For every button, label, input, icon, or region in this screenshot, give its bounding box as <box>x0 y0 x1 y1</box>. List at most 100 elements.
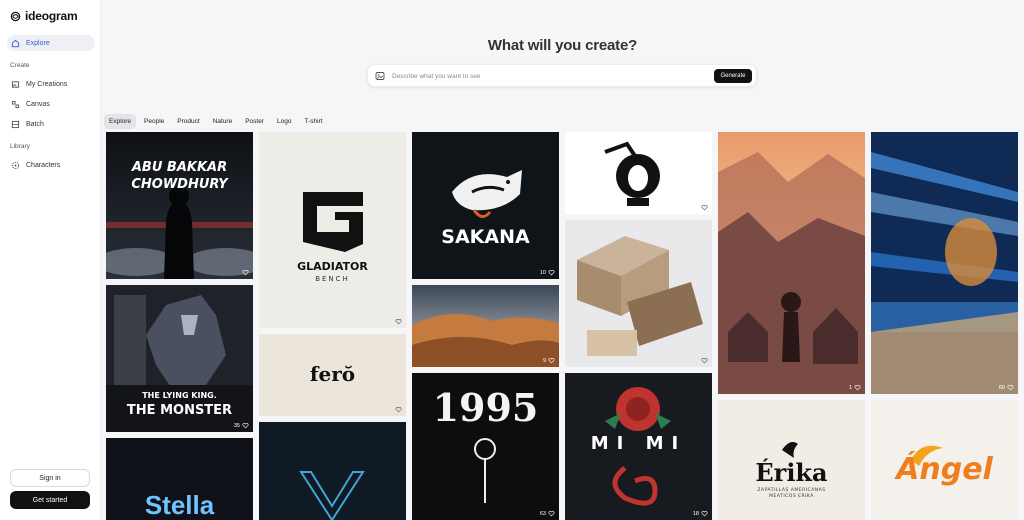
like-counter[interactable] <box>240 269 249 276</box>
desert-dunes-image <box>412 285 559 367</box>
nav-explore-label: Explore <box>26 39 50 47</box>
image-card-erika[interactable]: Érika ZAPATILLAS AMERICANAS MEATICOS ERI… <box>718 400 865 520</box>
like-count: 1 <box>848 384 852 391</box>
stella-text: Stella <box>144 490 215 520</box>
nav-batch-label: Batch <box>26 120 44 128</box>
tab-poster[interactable]: Poster <box>240 114 269 129</box>
heart-icon <box>701 510 708 517</box>
image-card-sakana[interactable]: SAKANA 10 <box>412 132 559 279</box>
prompt-bar: Generate <box>367 64 757 87</box>
sidebar: ideogram Explore Create My Creations Can… <box>0 0 101 520</box>
image-card-v-logo[interactable] <box>259 422 406 520</box>
like-counter[interactable]: 63 <box>540 510 555 517</box>
monster-line1: THE LYING KING. <box>142 391 217 400</box>
tab-logo[interactable]: Logo <box>272 114 296 129</box>
packaging-box-image <box>565 220 712 367</box>
nav-explore[interactable]: Explore <box>7 35 95 51</box>
hooded-figure-image <box>106 132 253 279</box>
nav-batch[interactable]: Batch <box>7 116 95 132</box>
images-icon <box>11 80 20 88</box>
heart-icon <box>548 510 555 517</box>
like-count: 63 <box>539 510 546 517</box>
heart-icon <box>242 422 249 429</box>
heart-icon <box>701 357 708 364</box>
like-counter[interactable] <box>393 406 402 413</box>
logo[interactable]: ideogram <box>10 9 78 23</box>
woman-sun-logo-image <box>565 132 712 214</box>
erika-sub2: MEATICOS ERIKA <box>769 494 814 499</box>
create-section-label: Create <box>10 62 30 69</box>
generate-button[interactable]: Generate <box>714 69 752 83</box>
heart-icon <box>1007 384 1014 391</box>
tab-explore[interactable]: Explore <box>104 114 137 129</box>
abu-line1: ABU BAKKAR <box>131 160 228 175</box>
year-text: 1995 <box>432 385 539 430</box>
image-card-1995[interactable]: 1995 63 <box>412 373 559 520</box>
home-icon <box>11 39 20 47</box>
canvas-icon <box>11 100 20 108</box>
like-counter[interactable] <box>699 204 708 211</box>
sign-in-button[interactable]: Sign in <box>10 469 90 487</box>
like-count: 10 <box>539 269 546 276</box>
tab-nature[interactable]: Nature <box>208 114 238 129</box>
image-card-streaks[interactable]: 60 <box>871 132 1018 394</box>
like-counter[interactable]: 10 <box>540 269 555 276</box>
fish-logo-image <box>412 132 559 279</box>
category-tabs: Explore People Product Nature Poster Log… <box>104 114 331 129</box>
nav-my-creations-label: My Creations <box>26 80 68 88</box>
like-counter[interactable]: 9 <box>543 357 555 364</box>
like-counter[interactable]: 35 <box>234 422 249 429</box>
like-count: 35 <box>233 422 240 429</box>
heart-icon <box>548 357 555 364</box>
image-card-angel[interactable]: Ángel <box>871 400 1018 520</box>
heart-icon <box>854 384 861 391</box>
nav-my-creations[interactable]: My Creations <box>7 76 95 92</box>
image-upload-icon[interactable] <box>375 71 385 81</box>
image-card-mimi[interactable]: MI MI 18 <box>565 373 712 520</box>
image-card-abu-bakkar[interactable]: ABU BAKKAR CHOWDHURY <box>106 132 253 279</box>
like-counter[interactable]: 1 <box>849 384 861 391</box>
mimi-text: MI MI <box>590 433 687 454</box>
gladiator-logo-image <box>259 132 406 328</box>
get-started-button[interactable]: Get started <box>10 491 90 509</box>
tab-product[interactable]: Product <box>172 114 204 129</box>
app-name: ideogram <box>25 9 78 23</box>
tab-tshirt[interactable]: T-shirt <box>299 114 327 129</box>
library-section-label: Library <box>10 143 30 150</box>
like-counter[interactable] <box>699 357 708 364</box>
nav-canvas[interactable]: Canvas <box>7 96 95 112</box>
boy-village-image <box>718 132 865 394</box>
image-card-boy-village[interactable]: 1 <box>718 132 865 394</box>
nav-characters[interactable]: Characters <box>7 157 95 173</box>
ideogram-logo-icon <box>10 11 21 21</box>
erika-text: Érika <box>755 458 828 487</box>
image-card-gladiator[interactable]: GLADIATOR BENCH <box>259 132 406 328</box>
like-count: 9 <box>542 357 546 364</box>
image-card-monster[interactable]: THE LYING KING. THE MONSTER 35 <box>106 285 253 432</box>
prompt-input[interactable] <box>392 70 692 82</box>
fero-text: ferŏ <box>309 362 356 386</box>
characters-icon <box>11 161 20 169</box>
image-card-box[interactable] <box>565 220 712 367</box>
blue-motion-streaks-image <box>871 132 1018 394</box>
image-card-woman-logo[interactable] <box>565 132 712 214</box>
like-counter[interactable]: 18 <box>693 510 708 517</box>
heart-icon <box>395 406 402 413</box>
like-count: 18 <box>692 510 699 517</box>
heart-icon <box>548 269 555 276</box>
image-card-fero[interactable]: ferŏ <box>259 334 406 416</box>
tab-people[interactable]: People <box>139 114 169 129</box>
page-title: What will you create? <box>487 37 638 54</box>
heart-icon <box>701 204 708 211</box>
gladiator-line2: BENCH <box>315 275 350 283</box>
v-logo-image <box>259 422 406 520</box>
like-counter[interactable]: 60 <box>999 384 1014 391</box>
image-card-stella[interactable]: Stella <box>106 438 253 520</box>
heart-icon <box>395 318 402 325</box>
abu-line2: CHOWDHURY <box>131 177 228 192</box>
monster-line2: THE MONSTER <box>126 403 233 418</box>
nav-canvas-label: Canvas <box>26 100 50 108</box>
angel-text: Ángel <box>896 452 993 487</box>
like-counter[interactable] <box>393 318 402 325</box>
image-card-dunes[interactable]: 9 <box>412 285 559 367</box>
